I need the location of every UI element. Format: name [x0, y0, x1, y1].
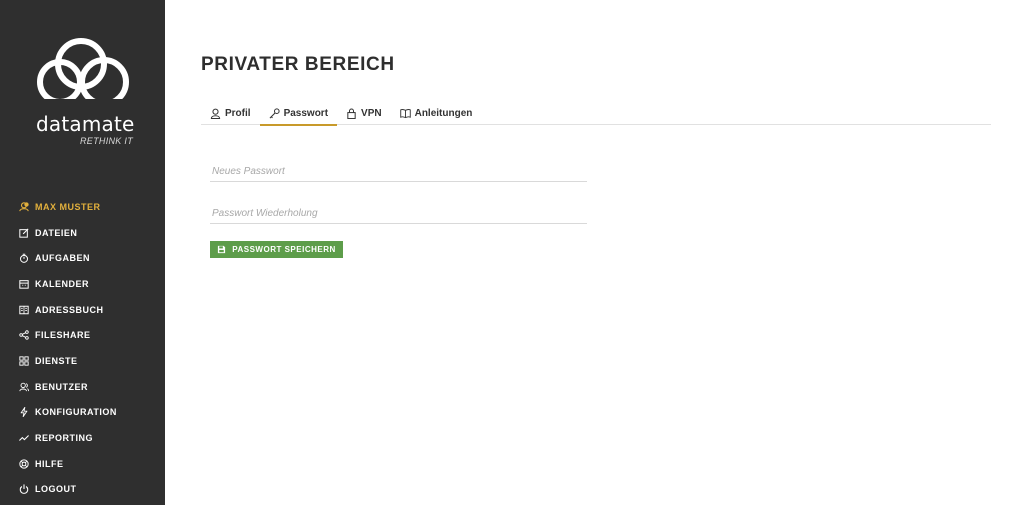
tab-label: Profil: [225, 107, 251, 119]
calendar-icon: [18, 278, 30, 290]
brand-name: datamate: [36, 112, 135, 136]
users-icon: [18, 381, 30, 393]
sidebar-item-adressbuch[interactable]: ADRESSBUCH: [18, 297, 165, 323]
timer-icon: [18, 252, 30, 264]
grid-icon: [18, 355, 30, 367]
edit-icon: [18, 227, 30, 239]
tab-label: Passwort: [283, 107, 329, 119]
sidebar-item-label: AUFGABEN: [35, 253, 90, 264]
share-icon: [18, 329, 30, 341]
sidebar-nav: MAX MUSTER DATEIEN AUFGABEN KALENDER ADR…: [18, 194, 165, 502]
sidebar-item-label: BENUTZER: [35, 381, 88, 392]
sidebar-item-label: HILFE: [35, 458, 64, 469]
tab-label: VPN: [361, 107, 382, 119]
sidebar-item-hilfe[interactable]: HILFE: [18, 451, 165, 477]
logo: [0, 36, 165, 108]
sidebar-item-label: KALENDER: [35, 278, 90, 289]
sidebar-item-label: REPORTING: [35, 433, 94, 444]
save-password-button[interactable]: PASSWORT SPEICHERN: [210, 241, 343, 258]
sidebar-item-fileshare[interactable]: FILESHARE: [18, 322, 165, 348]
address-book-icon: [18, 304, 30, 316]
new-password-field[interactable]: [210, 162, 587, 182]
sidebar-item-reporting[interactable]: REPORTING: [18, 425, 165, 451]
sidebar-item-label: DATEIEN: [35, 227, 78, 238]
lock-icon: [346, 108, 357, 119]
sidebar-item-label: ADRESSBUCH: [35, 304, 104, 315]
sidebar-item-label: FILESHARE: [35, 330, 91, 341]
sidebar: datamate RETHINK IT MAX MUSTER DATEIEN A…: [0, 0, 165, 505]
sidebar-item-max-muster[interactable]: MAX MUSTER: [18, 194, 165, 220]
sidebar-item-benutzer[interactable]: BENUTZER: [18, 374, 165, 400]
user-badge-icon: [18, 201, 30, 213]
page-title: PRIVATER BEREICH: [201, 54, 395, 75]
key-icon: [269, 107, 280, 119]
sidebar-item-label: KONFIGURATION: [35, 407, 117, 418]
tab-bar: Profil Passwort VPN Anleitungen: [201, 101, 991, 126]
sidebar-item-konfiguration[interactable]: KONFIGURATION: [18, 400, 165, 426]
main-content: PRIVATER BEREICH Profil Passwort VPN Anl…: [201, 0, 1024, 505]
tab-anleitungen[interactable]: Anleitungen: [391, 101, 482, 125]
tab-profil[interactable]: Profil: [201, 101, 260, 125]
book-icon: [399, 108, 411, 119]
sidebar-item-logout[interactable]: LOGOUT: [18, 477, 165, 503]
tab-passwort[interactable]: Passwort: [259, 101, 338, 126]
sidebar-item-aufgaben[interactable]: AUFGABEN: [18, 245, 165, 271]
sidebar-item-dienste[interactable]: DIENSTE: [18, 348, 165, 374]
floppy-disk-icon: [217, 245, 226, 254]
tab-label: Anleitungen: [414, 107, 473, 119]
trend-icon: [18, 432, 30, 444]
user-icon: [210, 108, 221, 119]
sidebar-item-dateien[interactable]: DATEIEN: [18, 220, 165, 246]
sidebar-item-label: MAX MUSTER: [35, 201, 101, 212]
sidebar-item-label: LOGOUT: [35, 484, 77, 495]
power-icon: [18, 483, 30, 495]
lifebuoy-icon: [18, 458, 30, 470]
cloud-logo-icon: [36, 38, 129, 108]
sidebar-item-label: DIENSTE: [35, 355, 78, 366]
repeat-password-field[interactable]: [210, 204, 587, 224]
lightning-icon: [18, 406, 30, 418]
tab-vpn[interactable]: VPN: [337, 101, 391, 125]
brand-tagline: RETHINK IT: [80, 136, 134, 146]
save-password-label: PASSWORT SPEICHERN: [232, 245, 336, 254]
sidebar-item-kalender[interactable]: KALENDER: [18, 271, 165, 297]
